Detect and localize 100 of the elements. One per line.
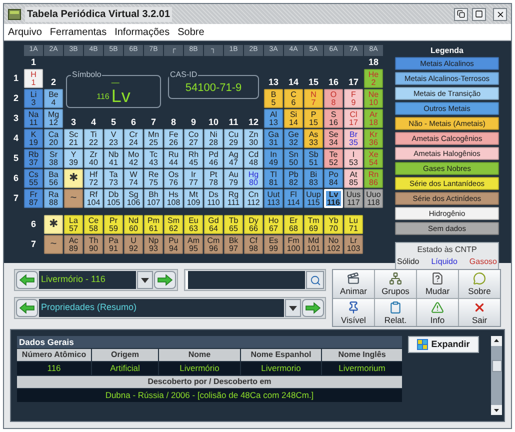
- element-tile[interactable]: La 57: [64, 215, 83, 234]
- element-tile[interactable]: Fm 100: [284, 235, 303, 254]
- element-tile[interactable]: Au 79: [224, 169, 243, 188]
- scroll-up-icon[interactable]: [491, 336, 502, 346]
- element-tile[interactable]: Ds 110: [204, 189, 223, 208]
- element-tile[interactable]: B 5: [264, 89, 283, 108]
- element-tile[interactable]: Fl 114: [284, 189, 303, 208]
- element-tile[interactable]: Dy 66: [244, 215, 263, 234]
- element-tile[interactable]: Mg 12: [44, 109, 63, 128]
- menu-item[interactable]: Informações: [114, 24, 170, 40]
- element-tile[interactable]: Ir 77: [184, 169, 203, 188]
- element-tile[interactable]: Nb 41: [104, 149, 123, 168]
- element-tile[interactable]: Sn 50: [284, 149, 303, 168]
- element-tile[interactable]: Cn 112: [244, 189, 263, 208]
- menu-item[interactable]: Arquivo: [8, 24, 42, 40]
- element-tile[interactable]: Re 75: [144, 169, 163, 188]
- element-tile[interactable]: Co 27: [184, 129, 203, 148]
- scrollbar-thumb[interactable]: [492, 360, 502, 372]
- element-tile[interactable]: Rb 37: [24, 149, 43, 168]
- element-tile[interactable]: Ti 22: [84, 129, 103, 148]
- element-tile[interactable]: Ho 67: [264, 215, 283, 234]
- element-tile[interactable]: K 19: [24, 129, 43, 148]
- element-tile[interactable]: Es 99: [264, 235, 283, 254]
- menu-item[interactable]: Ferramentas: [50, 24, 107, 40]
- toolbar-button[interactable]: Sair: [459, 298, 500, 326]
- element-tile[interactable]: Ba 56: [44, 169, 63, 188]
- element-tile[interactable]: Md 101: [304, 235, 323, 254]
- element-tile[interactable]: Tl 81: [264, 169, 283, 188]
- element-tile[interactable]: Uuo 118: [364, 189, 383, 208]
- element-tile[interactable]: Hf 72: [84, 169, 103, 188]
- element-tile[interactable]: Ru 44: [164, 149, 183, 168]
- element-tile[interactable]: Te 52: [324, 149, 343, 168]
- element-tile[interactable]: Fr 87: [24, 189, 43, 208]
- element-tile[interactable]: Y 39: [64, 149, 83, 168]
- series-marker-tile[interactable]: ✱: [64, 169, 83, 188]
- element-tile[interactable]: Zr 40: [84, 149, 103, 168]
- expand-button[interactable]: Expandir: [408, 336, 479, 353]
- element-tile[interactable]: C 6: [284, 89, 303, 108]
- element-tile[interactable]: Pa 91: [104, 235, 123, 254]
- element-tile[interactable]: Sg 106: [124, 189, 143, 208]
- element-tile[interactable]: W 74: [124, 169, 143, 188]
- element-tile[interactable]: Uup 115: [304, 189, 323, 208]
- element-tile[interactable]: Sm 62: [164, 215, 183, 234]
- element-tile[interactable]: Ge 32: [284, 129, 303, 148]
- element-tile[interactable]: Be 4: [44, 89, 63, 108]
- element-tile[interactable]: Po 84: [324, 169, 343, 188]
- element-tile[interactable]: Pt 78: [204, 169, 223, 188]
- element-tile[interactable]: Db 105: [104, 189, 123, 208]
- element-tile[interactable]: Pb 82: [284, 169, 303, 188]
- element-tile[interactable]: No 102: [324, 235, 343, 254]
- element-tile[interactable]: Cr 24: [124, 129, 143, 148]
- toolbar-button[interactable]: Grupos: [375, 270, 416, 298]
- series-marker-tile[interactable]: ✱: [44, 215, 63, 234]
- scroll-down-icon[interactable]: [491, 405, 502, 415]
- element-tile[interactable]: Rf 104: [84, 189, 103, 208]
- element-tile[interactable]: Ca 20: [44, 129, 63, 148]
- element-tile[interactable]: Rg 111: [224, 189, 243, 208]
- element-tile[interactable]: F 9: [344, 89, 363, 108]
- element-tile[interactable]: H 1: [24, 69, 43, 88]
- element-tile[interactable]: Am 95: [184, 235, 203, 254]
- element-tile[interactable]: Np 93: [144, 235, 163, 254]
- element-tile[interactable]: Mn 25: [144, 129, 163, 148]
- element-tile[interactable]: Br 35: [344, 129, 363, 148]
- element-tile[interactable]: Cs 55: [24, 169, 43, 188]
- element-tile[interactable]: Tb 65: [224, 215, 243, 234]
- element-tile[interactable]: Ta 73: [104, 169, 123, 188]
- element-tile[interactable]: Yb 70: [324, 215, 343, 234]
- element-tile[interactable]: Li 3: [24, 89, 43, 108]
- element-tile[interactable]: Eu 63: [184, 215, 203, 234]
- toolbar-button[interactable]: Sobre: [459, 270, 500, 298]
- element-tile[interactable]: At 85: [344, 169, 363, 188]
- toolbar-button[interactable]: Relat.: [375, 298, 416, 326]
- element-tile[interactable]: Mt 109: [184, 189, 203, 208]
- element-tile[interactable]: Sb 51: [304, 149, 323, 168]
- toolbar-button[interactable]: Visível: [333, 298, 374, 326]
- element-tile[interactable]: Pu 94: [164, 235, 183, 254]
- element-tile[interactable]: Fe 26: [164, 129, 183, 148]
- element-tile[interactable]: Cd 48: [244, 149, 263, 168]
- element-tile[interactable]: As 33: [304, 129, 323, 148]
- close-button[interactable]: [493, 8, 507, 20]
- element-tile[interactable]: In 49: [264, 149, 283, 168]
- element-tile[interactable]: Hg 80: [244, 169, 263, 188]
- element-tile[interactable]: Zn 30: [244, 129, 263, 148]
- element-tile[interactable]: Os 76: [164, 169, 183, 188]
- element-tile[interactable]: Mo 42: [124, 149, 143, 168]
- menu-item[interactable]: Sobre: [178, 24, 204, 40]
- element-tile[interactable]: Lr 103: [344, 235, 363, 254]
- element-tile[interactable]: Th 90: [84, 235, 103, 254]
- element-tile[interactable]: Ce 58: [84, 215, 103, 234]
- element-tile[interactable]: Ac 89: [64, 235, 83, 254]
- element-tile[interactable]: Lu 71: [344, 215, 363, 234]
- maximize-button[interactable]: [472, 8, 486, 20]
- element-tile[interactable]: S 16: [324, 109, 343, 128]
- element-tile[interactable]: Se 34: [324, 129, 343, 148]
- element-tile[interactable]: Si 14: [284, 109, 303, 128]
- minimize-button[interactable]: [454, 8, 468, 20]
- element-tile[interactable]: Sc 21: [64, 129, 83, 148]
- toolbar-button[interactable]: Mudar: [417, 270, 458, 298]
- element-tile[interactable]: Ag 47: [224, 149, 243, 168]
- element-tile[interactable]: I 53: [344, 149, 363, 168]
